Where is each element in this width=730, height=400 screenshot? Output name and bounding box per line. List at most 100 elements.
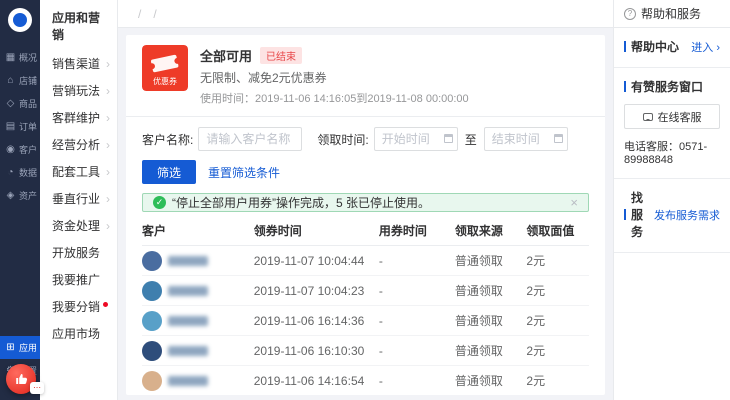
primary-nav-item[interactable]: ◇ 商品 <box>0 92 40 115</box>
sidebar-title: 应用和营销 <box>40 0 117 50</box>
use-time-cell: - <box>379 374 455 388</box>
thumbs-up-icon <box>13 371 29 387</box>
apps-sidebar: 应用和营销 销售渠道 营销玩法 客群维护 经营分析 配套工具 垂直行业 资金处理… <box>40 0 118 400</box>
source-cell: 普通领取 <box>455 312 527 329</box>
start-time-wrap <box>374 127 458 151</box>
chevron-right-icon: › <box>716 42 720 54</box>
coupon-info: 全部可用 已结束 无限制、减免2元优惠券 使用时间：2019-11-06 14:… <box>200 45 469 106</box>
customer-name-blurred <box>168 346 208 356</box>
primary-nav-item[interactable]: ⊞ 应用 <box>0 336 40 359</box>
to-label: 至 <box>463 131 479 148</box>
customer-name-input[interactable] <box>198 127 302 151</box>
customer-cell <box>142 371 254 391</box>
customer-name-blurred <box>168 286 208 296</box>
nav-label: 客户 <box>19 143 37 156</box>
calendar-icon[interactable] <box>444 134 453 143</box>
sidebar-item[interactable]: 客群维护 <box>40 104 117 131</box>
sidebar-item[interactable]: 我要推广 <box>40 266 117 293</box>
source-cell: 普通领取 <box>455 282 527 299</box>
coupon-title: 全部可用 <box>200 46 252 65</box>
value-cell: 2元 <box>526 342 589 359</box>
sidebar-item-label: 销售渠道 <box>52 55 106 72</box>
value-cell: 2元 <box>526 372 589 389</box>
header-customer: 客户 <box>142 222 254 239</box>
source-cell: 普通领取 <box>455 252 527 269</box>
header-receive-time: 领券时间 <box>254 222 379 239</box>
service-window-title: 有赞服务窗口 <box>624 78 720 95</box>
sidebar-item-label: 营销玩法 <box>52 82 106 99</box>
use-time-cell: - <box>379 284 455 298</box>
nav-label: 资产 <box>19 189 37 202</box>
primary-nav-item[interactable]: ◔ 数据 <box>0 161 40 184</box>
filter-submit-button[interactable]: 筛选 <box>142 160 196 184</box>
primary-nav-item[interactable]: ▤ 订单 <box>0 115 40 138</box>
help-panel-title: 帮助和服务 <box>641 5 701 22</box>
avatar <box>142 251 162 271</box>
primary-nav: ▦ 概况 ⌂ 店铺 ◇ 商品 ▤ 订单 ◉ 客户 ◔ 数据 ◈ 资产 <box>0 0 40 400</box>
breadcrumb-item[interactable] <box>147 7 162 21</box>
nav-spacer <box>0 207 40 336</box>
sidebar-item[interactable]: 开放服务 <box>40 239 117 266</box>
online-service-button[interactable]: 在线客服 <box>624 104 720 129</box>
source-cell: 普通领取 <box>455 372 527 389</box>
phone-service-text: 电话客服：0571-89988848 <box>624 138 720 166</box>
calendar-icon[interactable] <box>554 134 563 143</box>
primary-nav-item[interactable]: ◈ 资产 <box>0 184 40 207</box>
end-time-wrap <box>484 127 568 151</box>
close-icon[interactable]: × <box>570 195 578 210</box>
sidebar-item[interactable]: 垂直行业 <box>40 185 117 212</box>
nav-icon: ◇ <box>5 98 16 109</box>
nav-icon: ⊞ <box>5 342 16 353</box>
nav-icon: ◔ <box>5 167 16 178</box>
coupon-description: 无限制、减免2元优惠券 <box>200 69 469 86</box>
status-badge: 已结束 <box>260 47 302 64</box>
sidebar-item-label: 垂直行业 <box>52 190 106 207</box>
help-panel-header: ? 帮助和服务 <box>614 0 730 28</box>
customer-cell <box>142 341 254 361</box>
sidebar-item[interactable]: 配套工具 <box>40 158 117 185</box>
chat-bubble-badge[interactable]: ⋯ <box>30 382 44 394</box>
sidebar-item[interactable]: 应用市场 <box>40 320 117 347</box>
table-row: 2019-11-06 16:10:30 - 普通领取 2元 <box>142 336 589 366</box>
primary-nav-item[interactable]: ⌂ 店铺 <box>0 69 40 92</box>
sidebar-item[interactable]: 经营分析 <box>40 131 117 158</box>
help-panel: ? 帮助和服务 帮助中心 进入 › 有赞服务窗口 在线客服 电话客服：0571-… <box>613 0 730 400</box>
customer-name-blurred <box>168 256 208 266</box>
help-center-enter-link[interactable]: 进入 › <box>691 39 720 55</box>
value-cell: 2元 <box>526 312 589 329</box>
service-window-section: 有赞服务窗口 在线客服 电话客服：0571-89988848 <box>614 68 730 179</box>
receive-time-cell: 2019-11-07 10:04:23 <box>254 284 379 298</box>
filter-reset-link[interactable]: 重置筛选条件 <box>208 164 280 181</box>
nav-label: 店铺 <box>19 74 37 87</box>
receive-time-cell: 2019-11-06 14:16:54 <box>254 374 379 388</box>
primary-nav-item[interactable]: ◉ 客户 <box>0 138 40 161</box>
primary-nav-item[interactable]: ▦ 概况 <box>0 46 40 69</box>
receive-time-cell: 2019-11-07 10:04:44 <box>254 254 379 268</box>
publish-service-link[interactable]: 发布服务需求 <box>654 207 720 223</box>
nav-icon: ⌂ <box>5 75 16 86</box>
avatar <box>142 341 162 361</box>
avatar <box>142 281 162 301</box>
breadcrumb-item[interactable] <box>132 7 147 21</box>
nav-icon: ◉ <box>5 144 16 155</box>
nav-label: 概况 <box>19 51 37 64</box>
sidebar-item[interactable]: 我要分销 <box>40 293 117 320</box>
table-row: 2019-11-07 10:04:44 - 普通领取 2元 <box>142 246 589 276</box>
customer-name-blurred <box>168 316 208 326</box>
coupon-usage-time: 使用时间：2019-11-06 14:16:05到2019-11-08 00:0… <box>200 90 469 106</box>
nav-icon: ◈ <box>5 190 16 201</box>
nav-label: 数据 <box>19 166 37 179</box>
sidebar-item[interactable]: 资金处理 <box>40 212 117 239</box>
sidebar-item-label: 应用市场 <box>52 325 110 342</box>
use-time-cell: - <box>379 254 455 268</box>
sidebar-item-label: 开放服务 <box>52 244 110 261</box>
help-center-section: 帮助中心 进入 › <box>614 28 730 68</box>
sidebar-item[interactable]: 营销玩法 <box>40 77 117 104</box>
alert-message: “停止全部用户用券”操作完成，5 张已停止使用。 <box>172 194 430 211</box>
table-row: 2019-11-06 16:14:36 - 普通领取 2元 <box>142 306 589 336</box>
sidebar-item[interactable]: 销售渠道 <box>40 50 117 77</box>
customer-name-label: 客户名称: <box>142 131 193 148</box>
breadcrumb <box>132 7 163 21</box>
header-source: 领取来源 <box>455 222 527 239</box>
filter-row: 客户名称: 领取时间: 至 <box>126 117 605 151</box>
